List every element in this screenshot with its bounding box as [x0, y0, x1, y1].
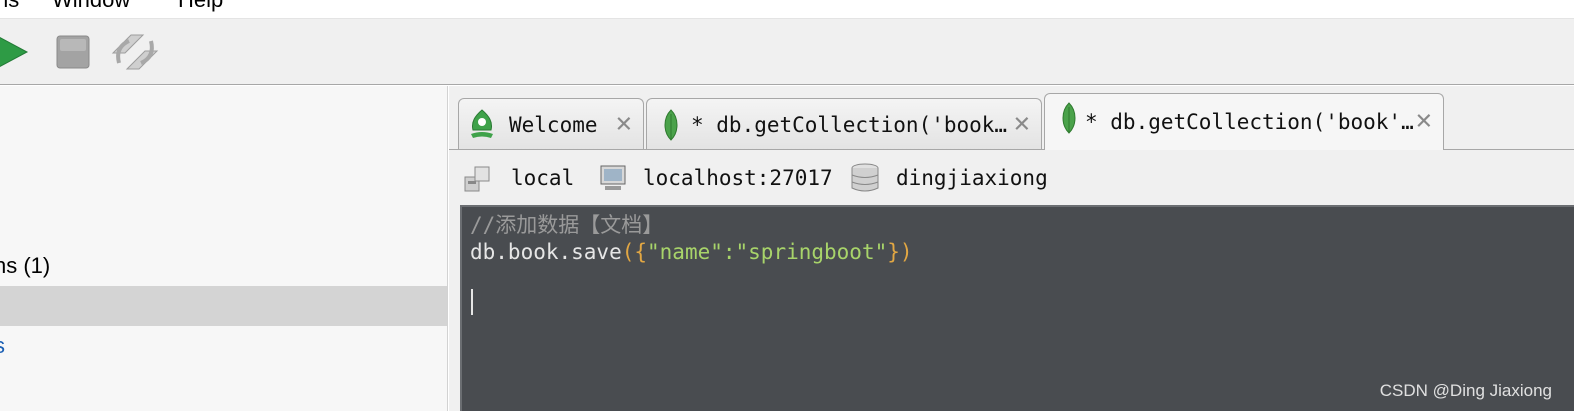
close-icon[interactable]: ✕: [1415, 110, 1433, 135]
server-icon: [464, 166, 490, 191]
database-name: dingjiaxiong: [896, 165, 1048, 190]
main-area: Welcome ✕ * db.getCollection('book… ✕ * …: [449, 86, 1574, 411]
leaf-icon: [1062, 102, 1076, 134]
tab-strip: Welcome ✕ * db.getCollection('book… ✕ * …: [449, 86, 1574, 150]
tree-item[interactable]: s: [0, 326, 447, 366]
tab-label: * db.getCollection('book'…: [1085, 110, 1414, 134]
run-button[interactable]: [0, 19, 34, 85]
tree-item[interactable]: l: [0, 206, 447, 246]
tree-item-collections[interactable]: ns (1): [0, 246, 447, 286]
database-icon: [851, 163, 879, 191]
menu-item-window[interactable]: Window: [52, 0, 130, 13]
tab-query-2[interactable]: * db.getCollection('book'… ✕: [1044, 93, 1444, 150]
connection-tree: l ns (1) s: [0, 86, 448, 411]
tab-label: * db.getCollection('book…: [691, 112, 1008, 137]
tab-welcome[interactable]: Welcome ✕: [458, 98, 644, 150]
code-open-brace: ({: [621, 240, 648, 264]
menu-item-tools[interactable]: ns: [0, 0, 19, 13]
server-name: local: [511, 165, 575, 190]
tree-item-label: s: [0, 333, 5, 358]
watermark: CSDN @Ding Jiaxiong: [1379, 381, 1552, 400]
code-string: "name":"springboot": [647, 240, 888, 264]
leaf-icon: [664, 108, 678, 141]
host-info: localhost:27017: [599, 150, 833, 205]
close-icon[interactable]: ✕: [615, 112, 633, 137]
reformat-icon: [111, 34, 159, 70]
tree-item-label: ns (1): [0, 253, 51, 278]
run-icon: [0, 37, 29, 67]
query-editor[interactable]: //添加数据【文档】 db.book.save({"name":"springb…: [460, 205, 1574, 411]
reformat-button[interactable]: [108, 19, 162, 85]
code-statement: db.book.save: [470, 240, 622, 264]
text-cursor: [471, 289, 473, 315]
stop-icon: [56, 35, 90, 69]
welcome-icon: [471, 108, 493, 138]
toolbar: [0, 19, 1574, 85]
stop-button[interactable]: [54, 19, 92, 85]
server-info: local: [463, 150, 574, 205]
code-comment: //添加数据【文档】: [470, 213, 664, 237]
code-close-brace: }): [887, 240, 913, 264]
computer-icon: [600, 165, 626, 190]
tree-item-selected[interactable]: [0, 286, 447, 326]
tab-query-1[interactable]: * db.getCollection('book… ✕: [646, 98, 1042, 150]
database-info: dingjiaxiong: [850, 150, 1048, 205]
tab-label: Welcome: [509, 112, 598, 137]
menu-item-help[interactable]: Help: [178, 0, 223, 13]
close-icon[interactable]: ✕: [1013, 112, 1031, 137]
connection-bar: local localhost:27017 dingjiaxiong: [449, 150, 1574, 205]
code-line: db.book.save({"name":"springboot"}): [470, 238, 913, 266]
menu-bar: ns Window Help: [0, 0, 1574, 18]
host-address: localhost:27017: [643, 165, 833, 190]
